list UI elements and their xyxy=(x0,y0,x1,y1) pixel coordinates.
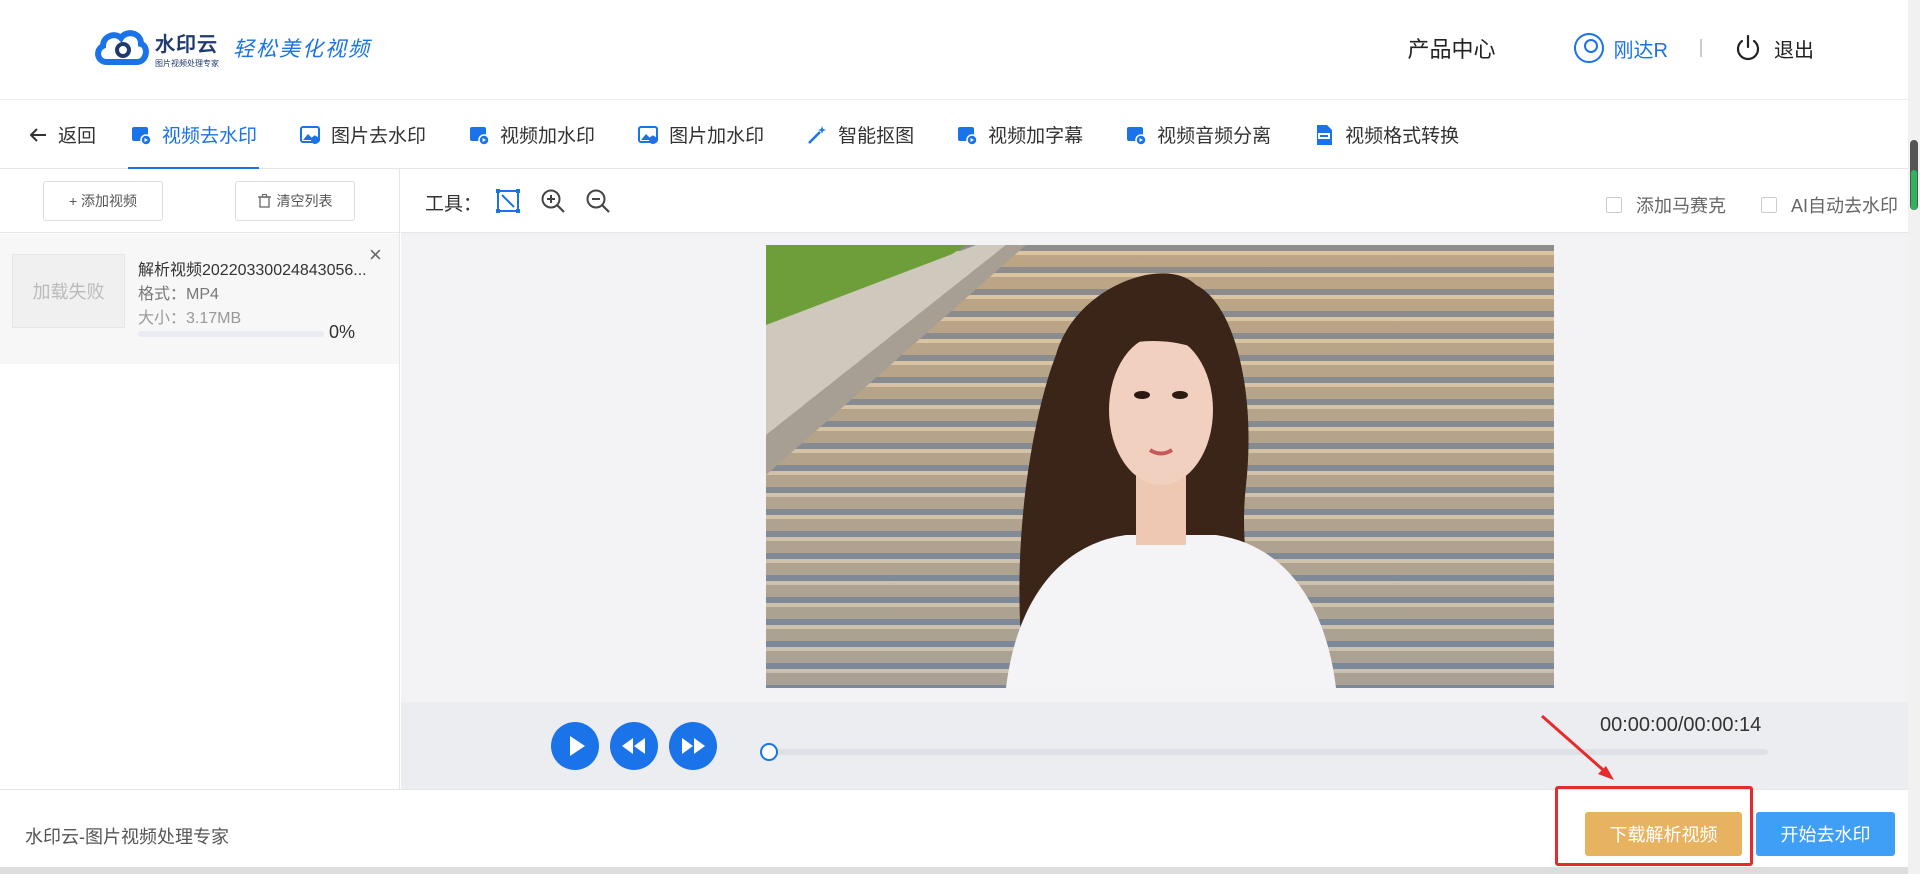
tool-bar: 工具： 添加马赛克 AI自动去水印 xyxy=(401,169,1908,233)
video-icon xyxy=(470,126,490,146)
fast-forward-button[interactable] xyxy=(669,722,717,770)
image-icon xyxy=(638,125,659,144)
vertical-scrollbar[interactable] xyxy=(1908,0,1920,874)
tab-label: 视频加水印 xyxy=(500,126,596,147)
horizontal-scrollbar[interactable] xyxy=(0,867,1908,874)
tab-label: 图片加水印 xyxy=(669,126,765,147)
fast-forward-icon xyxy=(682,738,705,754)
image-icon xyxy=(300,125,321,144)
checkbox-box xyxy=(1606,197,1622,213)
top-bar: 水印云 图片视频处理专家 轻松美化视频 产品中心 刚达R 退出 xyxy=(0,0,1908,100)
annotation-highlight-box xyxy=(1555,786,1753,866)
tab-label: 智能抠图 xyxy=(838,126,915,147)
magic-wand-icon xyxy=(808,125,827,144)
ai-remove-label: AI自动去水印 xyxy=(1791,196,1899,216)
video-icon xyxy=(1127,126,1147,146)
tab-video-audio-split[interactable]: 视频音频分离 xyxy=(1123,101,1273,169)
tab-label: 视频音频分离 xyxy=(1157,126,1272,147)
video-list-panel: + 添加视频 清空列表 加载失败 解析视频20220330024843056..… xyxy=(0,169,400,789)
power-icon xyxy=(1736,34,1760,61)
tab-video-add-watermark[interactable]: 视频加水印 xyxy=(466,101,597,169)
cloud-logo-icon xyxy=(95,30,149,65)
player-controls: 00:00:00/00:00:14 xyxy=(401,702,1908,789)
scroll-indicator xyxy=(1911,170,1917,210)
upload-progress-bar xyxy=(138,331,324,337)
logo[interactable]: 水印云 图片视频处理专家 轻松美化视频 xyxy=(93,26,371,70)
footer-brand: 水印云-图片视频处理专家 xyxy=(25,827,229,847)
video-icon xyxy=(958,126,978,146)
logo-name: 水印云 xyxy=(155,33,218,56)
logout-button[interactable]: 退出 xyxy=(1734,34,1814,63)
tab-label: 视频去水印 xyxy=(162,126,258,147)
checkbox-box xyxy=(1761,197,1777,213)
tab-image-add-watermark[interactable]: 图片加水印 xyxy=(635,101,766,169)
slogan: 轻松美化视频 xyxy=(233,37,371,61)
upload-percent: 0% xyxy=(329,322,356,342)
back-button[interactable]: 返回 xyxy=(26,101,98,169)
selection-box-icon[interactable] xyxy=(495,188,521,214)
add-mosaic-label: 添加马赛克 xyxy=(1636,196,1726,216)
clear-list-button[interactable]: 清空列表 xyxy=(235,181,355,221)
video-icon xyxy=(132,126,152,146)
video-format: 格式：MP4 xyxy=(138,286,219,303)
video-thumbnail: 加载失败 xyxy=(12,254,125,328)
username: 刚达R xyxy=(1613,39,1668,62)
video-filename: 解析视频20220330024843056... xyxy=(138,262,367,279)
tab-label: 图片去水印 xyxy=(331,126,427,147)
list-item[interactable]: 加载失败 解析视频20220330024843056... 格式：MP4 大小：… xyxy=(0,234,399,364)
arrow-left-icon xyxy=(29,127,46,142)
logout-label: 退出 xyxy=(1774,39,1814,62)
product-center-link[interactable]: 产品中心 xyxy=(1408,32,1496,64)
rewind-button[interactable] xyxy=(610,722,658,770)
tab-video-add-subtitle[interactable]: 视频加字幕 xyxy=(954,101,1085,169)
tool-label: 工具： xyxy=(425,194,483,215)
tab-label: 视频加字幕 xyxy=(988,126,1084,147)
add-mosaic-checkbox[interactable]: 添加马赛克 xyxy=(1606,192,1726,218)
zoom-in-icon[interactable] xyxy=(540,188,566,214)
tab-image-remove-watermark[interactable]: 图片去水印 xyxy=(297,101,428,169)
play-button[interactable] xyxy=(551,722,599,770)
seek-handle[interactable] xyxy=(760,743,778,761)
annotation-arrow-icon xyxy=(1541,714,1614,780)
start-remove-watermark-button[interactable]: 开始去水印 xyxy=(1756,812,1895,856)
video-preview[interactable] xyxy=(766,245,1554,688)
add-video-button[interactable]: + 添加视频 xyxy=(43,181,163,221)
tab-label: 视频格式转换 xyxy=(1345,126,1460,147)
close-icon[interactable]: × xyxy=(369,244,382,266)
play-icon xyxy=(570,736,585,756)
trash-icon xyxy=(257,194,271,208)
header-nav: 产品中心 刚达R 退出 xyxy=(1408,32,1814,64)
feature-tabs: 返回 视频去水印 图片去水印 视频加水印 图片加水印 智能抠图 视频加字幕 视频… xyxy=(0,101,1908,170)
playback-time: 00:00:00/00:00:14 xyxy=(1600,714,1762,736)
back-label: 返回 xyxy=(58,126,97,147)
divider xyxy=(1700,39,1702,57)
video-size: 大小：3.17MB xyxy=(138,310,242,327)
user-avatar-icon xyxy=(1573,33,1604,63)
user-menu[interactable]: 刚达R xyxy=(1573,33,1668,63)
ai-remove-checkbox[interactable]: AI自动去水印 xyxy=(1761,192,1898,218)
tab-video-remove-watermark[interactable]: 视频去水印 xyxy=(128,101,260,170)
rewind-icon xyxy=(622,738,645,754)
editor-area: 工具： 添加马赛克 AI自动去水印 00:00:00/00:00:14 xyxy=(401,169,1908,789)
list-actions: + 添加视频 清空列表 xyxy=(0,169,399,233)
logo-subtitle: 图片视频处理专家 xyxy=(155,58,219,68)
clear-list-label: 清空列表 xyxy=(276,193,333,209)
tab-smart-cutout[interactable]: 智能抠图 xyxy=(804,101,916,169)
zoom-out-icon[interactable] xyxy=(585,188,611,214)
mp4-file-icon xyxy=(1317,124,1333,145)
tab-video-format-convert[interactable]: 视频格式转换 xyxy=(1311,101,1461,169)
